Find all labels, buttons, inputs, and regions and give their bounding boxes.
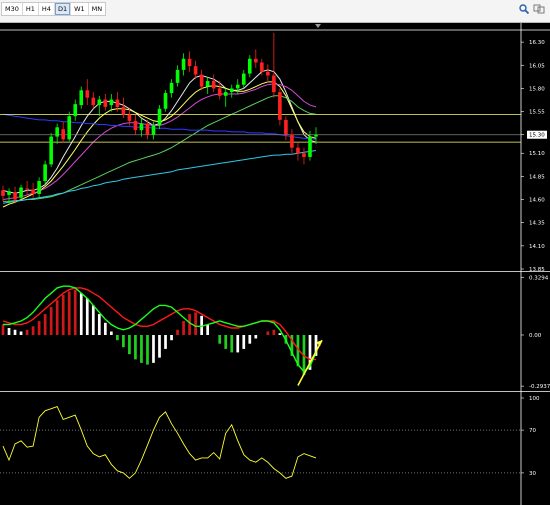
price-ytick-label-0: 16.30 (529, 40, 545, 46)
candle-body-47 (284, 119, 288, 135)
candle-body-38 (229, 88, 234, 93)
candle-body-44 (266, 71, 270, 76)
candle-body-32 (193, 66, 198, 75)
candle-body-2 (13, 192, 17, 200)
price-ytick-label-8: 14.35 (529, 221, 545, 227)
candle-body-15 (91, 97, 96, 106)
candle-body-43 (260, 62, 264, 72)
timeframe-h4-button[interactable]: H4 (39, 3, 55, 15)
current-price-label: 15.30 (529, 133, 545, 139)
candle-body-21 (127, 114, 132, 121)
price-ytick-label-1: 16.05 (529, 63, 545, 69)
candle-body-16 (97, 99, 102, 106)
candle-body-48 (290, 134, 294, 148)
candle-body-52 (314, 134, 318, 137)
candle-body-4 (25, 188, 29, 190)
timeframe-h1-button[interactable]: H1 (23, 3, 39, 15)
candle-body-25 (151, 125, 156, 135)
candle-body-31 (187, 58, 192, 67)
candle-body-20 (121, 106, 126, 115)
candle-body-6 (37, 181, 41, 194)
osc-ytick-label-1: 70 (529, 428, 536, 434)
candle-body-51 (308, 136, 312, 157)
price-ytick-label-5: 15.10 (529, 151, 545, 157)
candle-body-27 (163, 93, 168, 109)
price-ytick-label-7: 14.60 (529, 198, 545, 204)
macd-ytick-label-1: 0.00 (529, 333, 542, 339)
candle-body-8 (49, 136, 53, 165)
candle-body-34 (205, 81, 210, 87)
search-icon[interactable] (518, 3, 530, 15)
price-ytick-label-9: 14.10 (529, 244, 545, 250)
candle-body-46 (278, 92, 282, 120)
candle-body-36 (217, 88, 222, 96)
candle-body-45 (272, 75, 276, 93)
timeframe-selector: M30 H1 H4 D1 W1 MN (1, 2, 107, 16)
macd-ytick-label-0: 0.3294 (529, 276, 549, 282)
candle-body-29 (175, 69, 180, 83)
candle-body-7 (43, 164, 47, 182)
candle-body-42 (254, 58, 258, 63)
candle-body-26 (157, 108, 162, 126)
candle-body-28 (169, 82, 174, 94)
price-ytick-label-10: 13.85 (529, 267, 545, 273)
candle-body-19 (115, 99, 120, 107)
macd-ytick-label-2: -0.2937 (529, 384, 550, 390)
candle-body-33 (199, 74, 204, 87)
timeframe-d1-button[interactable]: D1 (54, 3, 72, 15)
compare-icon[interactable] (533, 3, 545, 15)
osc-ytick-label-0: 100 (529, 396, 540, 402)
timeframe-m30-button[interactable]: M30 (2, 3, 23, 15)
candle-body-35 (211, 81, 216, 89)
price-ytick-label-6: 14.85 (529, 174, 545, 180)
candle-body-0 (1, 190, 5, 196)
candle-body-40 (241, 73, 246, 85)
candle-body-5 (31, 189, 35, 194)
candle-body-13 (79, 90, 84, 106)
candle-body-18 (109, 99, 114, 106)
candle-body-41 (247, 58, 252, 74)
candle-body-39 (235, 84, 240, 89)
candle-body-1 (7, 191, 11, 195)
candle-body-37 (223, 92, 228, 96)
candle-body-23 (139, 123, 144, 131)
candle-body-14 (85, 90, 90, 98)
candle-body-11 (67, 116, 72, 140)
osc-ytick-label-2: 30 (529, 471, 536, 477)
timeframe-w1-button[interactable]: W1 (71, 3, 89, 15)
timeframe-mn-button[interactable]: MN (89, 3, 105, 15)
chart-toolbar: M30 H1 H4 D1 W1 MN (0, 0, 550, 23)
candle-body-22 (133, 120, 138, 131)
candle-body-17 (103, 99, 108, 107)
candle-body-9 (55, 127, 59, 137)
price-ytick-label-2: 15.80 (529, 86, 545, 92)
chart-area[interactable]: 16.30 16.05 15.80 15.55 15.30 15.10 14.85 14.60… (0, 23, 550, 505)
candle-body-50 (302, 153, 306, 157)
candle-body-49 (296, 147, 300, 154)
candle-body-10 (61, 129, 65, 140)
candle-body-30 (181, 58, 186, 70)
candle-body-12 (73, 104, 78, 117)
candle-body-3 (19, 187, 23, 198)
price-ytick-label-3: 15.55 (529, 110, 545, 116)
candle-body-24 (145, 123, 150, 135)
